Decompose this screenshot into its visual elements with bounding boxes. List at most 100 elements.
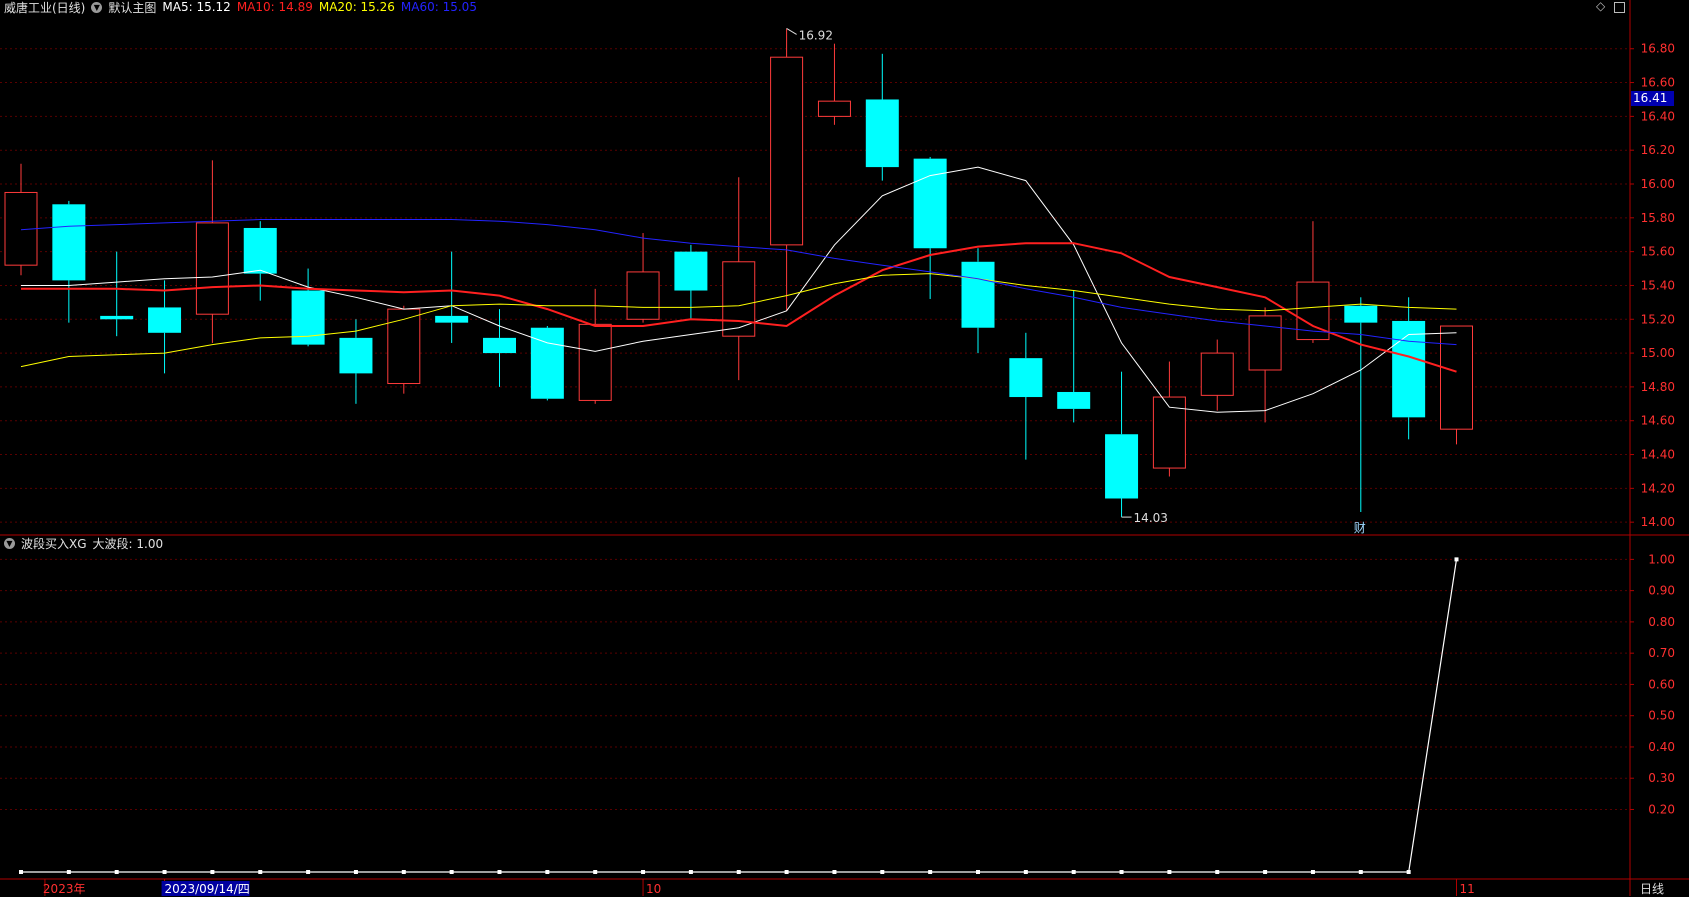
y-tick-label: 15.80 [1641, 211, 1675, 225]
candle-up [1152, 361, 1186, 477]
x-tick-label: 2023年 [43, 882, 86, 896]
candle-body [865, 99, 899, 168]
indicator-point [1263, 870, 1268, 874]
indicator-point [306, 870, 311, 874]
indicator-point [258, 870, 263, 874]
y-tick-label: 14.40 [1641, 448, 1675, 462]
candle-down [674, 244, 708, 320]
y-tick-label: 0.30 [1648, 771, 1675, 785]
x-tick-label: 2023/09/14/四 [165, 882, 250, 896]
y-tick-label: 15.60 [1641, 245, 1675, 259]
candle-down [1009, 332, 1043, 460]
y-tick-label: 14.60 [1641, 414, 1675, 428]
y-tick-label: 15.40 [1641, 278, 1675, 292]
candle-body [1105, 434, 1139, 499]
y-tick-label: 1.00 [1648, 552, 1675, 566]
candle-body [961, 261, 995, 328]
indicator-point [1167, 870, 1172, 874]
candle-body [243, 227, 277, 274]
indicator-point [928, 870, 933, 874]
candle-body [339, 337, 373, 374]
y-tick-label: 14.00 [1641, 515, 1675, 529]
indicator-point [497, 870, 502, 874]
indicator-point [353, 870, 358, 874]
candle-body [626, 271, 660, 320]
indicator-point [688, 870, 693, 874]
candle-down [148, 280, 182, 374]
price-badge: 16.41 [1631, 91, 1674, 106]
candle-body [1392, 320, 1426, 418]
indicator-point [976, 870, 980, 874]
candle-up [1200, 339, 1234, 411]
indicator-point [880, 870, 885, 874]
x-tick-label: 10 [646, 882, 661, 896]
candle-body [817, 100, 851, 117]
indicator-point [162, 870, 167, 874]
candle-down [100, 251, 134, 337]
indicator-point [1119, 870, 1124, 874]
indicator-label[interactable]: 波段买入XG [21, 535, 87, 552]
indicator-point [784, 870, 789, 874]
candle-body [195, 222, 229, 315]
period-label[interactable]: 日线 [1640, 880, 1664, 897]
candle-body [770, 56, 804, 246]
candle-up [770, 28, 804, 311]
indicator-point [736, 870, 741, 874]
candle-down [1057, 290, 1091, 423]
candle-body [52, 204, 86, 281]
y-tick-label: 16.00 [1641, 177, 1675, 191]
chevron-down-icon[interactable]: ▼ [4, 537, 15, 549]
candle-body [483, 337, 516, 354]
x-tick-label: 11 [1460, 882, 1475, 896]
indicator-point [401, 870, 406, 874]
low-label: 14.03 [1134, 511, 1168, 525]
finance-event-marker: 财 [1354, 521, 1366, 535]
y-tick-label: 0.70 [1648, 646, 1675, 660]
indicator-point [1071, 870, 1076, 874]
candle-down [52, 200, 86, 323]
candle-body [1440, 325, 1473, 430]
indicator-point [1358, 870, 1363, 874]
indicator-point [545, 870, 550, 874]
candle-up [4, 163, 38, 276]
indicator-point [66, 870, 71, 874]
candle-body [913, 158, 947, 249]
chevron-down-icon[interactable]: ▼ [91, 1, 103, 13]
candle-down [1392, 297, 1426, 440]
stock-title[interactable]: 威唐工业(日线) [4, 0, 85, 16]
y-tick-label: 0.40 [1648, 740, 1675, 754]
y-tick-label: 16.80 [1641, 42, 1675, 56]
y-tick-label: 14.80 [1641, 380, 1675, 394]
candle-down [961, 248, 995, 354]
candle-body [722, 261, 756, 337]
candle-body [1200, 352, 1234, 396]
candle-body [435, 315, 469, 323]
y-tick-label: 16.60 [1641, 76, 1675, 90]
indicator-header: ▼ 波段买入XG 大波段: 1.00 [4, 535, 163, 552]
y-tick-label: 0.50 [1648, 709, 1675, 723]
candle-down [1344, 297, 1378, 513]
candle-up [722, 177, 756, 381]
candle-body [1057, 391, 1091, 409]
candle-body [674, 251, 708, 291]
high-label: 16.92 [799, 28, 833, 42]
main-chart-label[interactable]: 默认主图 [108, 0, 156, 16]
indicator-point [1310, 870, 1315, 874]
candle-body [387, 308, 421, 385]
candle-up [195, 160, 229, 343]
indicator-point [19, 870, 23, 874]
restore-icon[interactable] [1614, 2, 1625, 13]
candle-down [243, 221, 277, 301]
indicator-point [449, 870, 454, 874]
indicator-point [593, 870, 598, 874]
candle-body [1344, 305, 1378, 323]
y-tick-label: 16.40 [1641, 109, 1675, 123]
indicator-point [210, 870, 215, 874]
y-tick-label: 14.20 [1641, 481, 1675, 495]
diamond-icon[interactable]: ◇ [1596, 0, 1605, 13]
indicator-point [1406, 870, 1411, 874]
main-chart-header: 威唐工业(日线) ▼ 默认主图 MA5: 15.12 MA10: 14.89 M… [4, 0, 477, 16]
chart-canvas[interactable]: 14.00 14.20 14.40 14.60 14.80 15.00 15.20 15.40… [0, 0, 1689, 896]
y-tick-label: 0.90 [1648, 584, 1675, 598]
y-tick-label: 0.80 [1648, 615, 1675, 629]
